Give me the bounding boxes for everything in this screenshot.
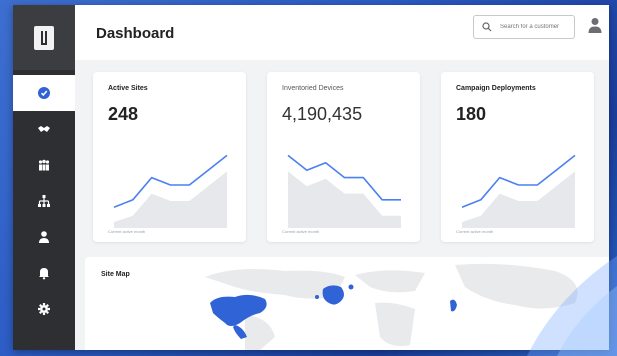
header: Dashboard — [75, 5, 609, 60]
gear-icon — [38, 303, 50, 315]
nav-customers[interactable] — [13, 147, 75, 183]
world-map[interactable] — [85, 257, 609, 350]
card-value: 248 — [108, 104, 139, 124]
card-title: Campaign Deployments — [456, 85, 536, 92]
nav-users[interactable] — [13, 219, 75, 255]
active-sites-card[interactable]: Active Sites 248 Current active month — [93, 72, 246, 242]
nav-sites[interactable] — [13, 183, 75, 219]
card-footer: Current active month — [108, 229, 146, 234]
card-value: 180 — [456, 104, 487, 124]
nav-notifications[interactable] — [13, 255, 75, 291]
logo-icon — [34, 25, 54, 50]
trend-chart — [287, 154, 401, 228]
europe-region[interactable] — [322, 285, 344, 305]
gauge-icon — [38, 87, 50, 99]
nav-partners[interactable] — [13, 111, 75, 147]
map-title: Site Map — [101, 271, 130, 278]
campaign-deployments-card[interactable]: Campaign Deployments 180 Current active … — [441, 72, 594, 242]
page-title: Dashboard — [96, 25, 175, 42]
trend-chart — [461, 154, 576, 228]
inventoried-devices-card[interactable]: Inventoried Devices 4,190,435 Current ac… — [267, 72, 420, 242]
site-map-panel[interactable]: Site Map — [85, 257, 609, 350]
sidebar — [13, 5, 75, 350]
user-icon[interactable] — [588, 17, 602, 33]
hierarchy-icon — [38, 195, 50, 207]
person-icon — [39, 231, 49, 243]
search-icon — [482, 22, 492, 32]
asia-region[interactable] — [450, 299, 457, 312]
group-icon — [38, 159, 50, 171]
logo — [13, 5, 75, 70]
nav-settings[interactable] — [13, 291, 75, 327]
card-footer: Current active month — [282, 229, 320, 234]
search-box[interactable] — [473, 15, 575, 39]
bell-icon — [39, 268, 49, 280]
nav-dashboard[interactable] — [13, 75, 75, 111]
trend-chart — [113, 154, 228, 228]
handshake-icon — [38, 126, 50, 132]
card-value: 4,190,435 — [282, 104, 363, 124]
card-title: Inventoried Devices — [282, 85, 344, 92]
card-footer: Current active month — [456, 229, 494, 234]
app-window: Dashboard Active Sites 248 Current activ… — [13, 5, 609, 350]
search-input[interactable] — [498, 23, 572, 31]
card-title: Active Sites — [108, 85, 148, 92]
